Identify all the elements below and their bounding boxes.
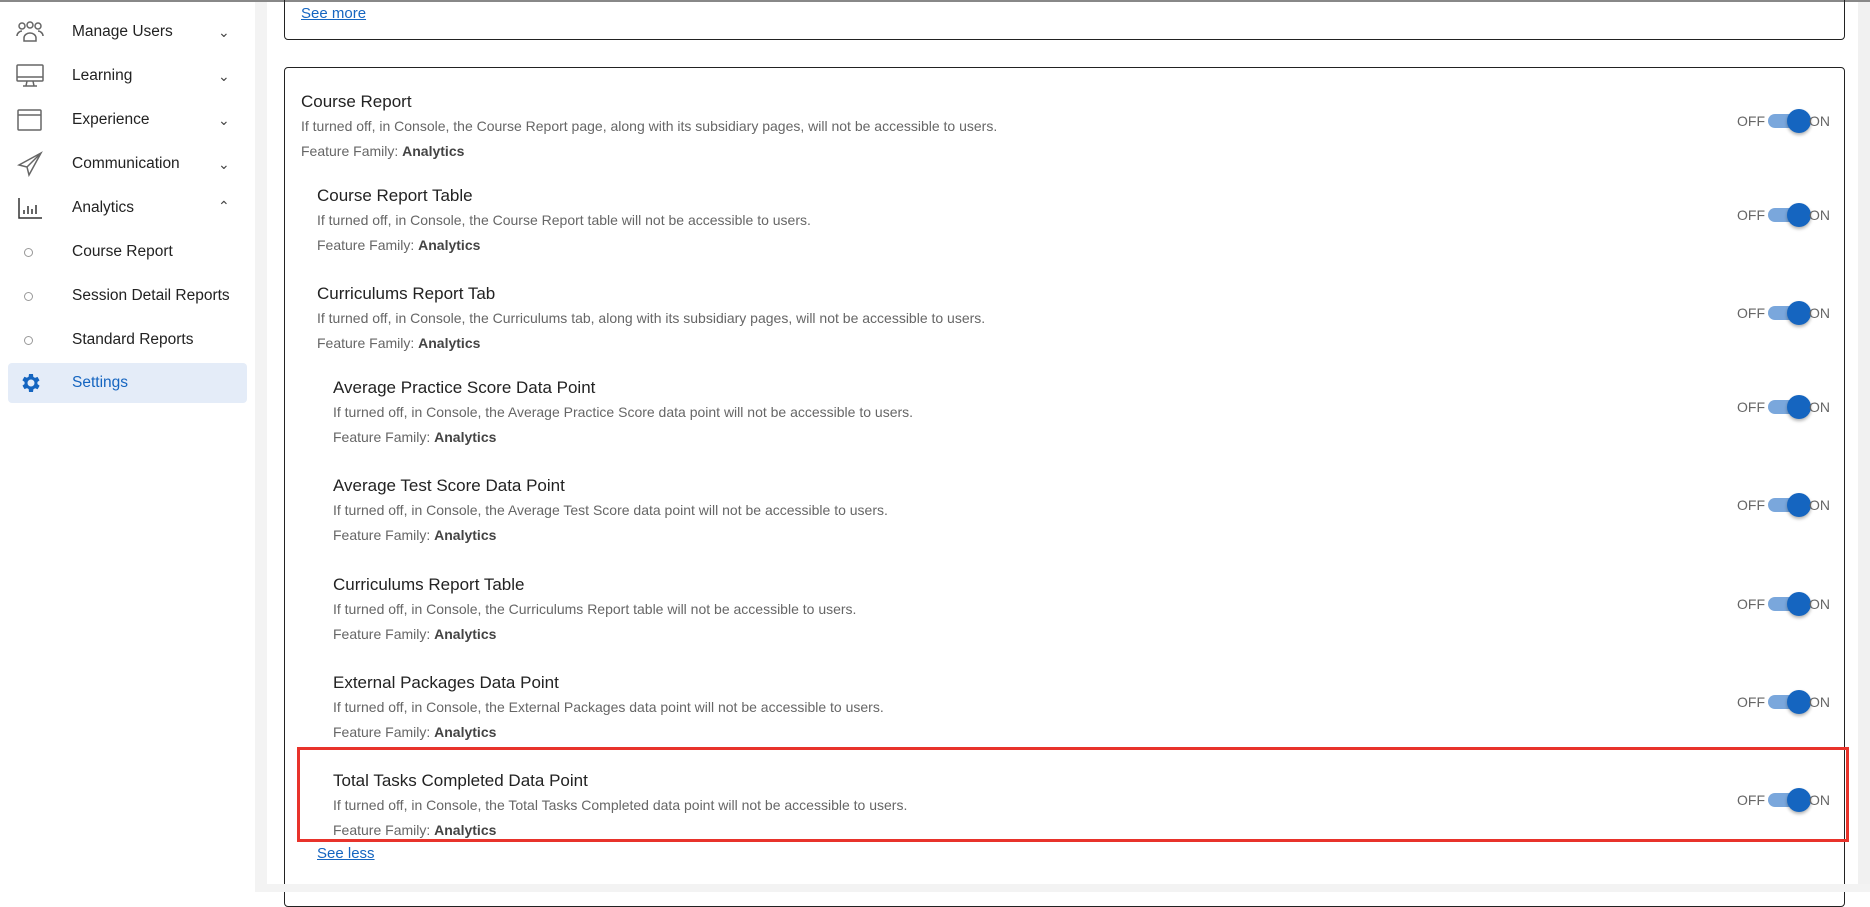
feature-title: Curriculums Report Table: [333, 575, 525, 594]
see-more-link[interactable]: See more: [301, 5, 366, 22]
toggle-knob: [1787, 690, 1811, 714]
users-icon: [14, 18, 46, 46]
feature-family: Feature Family: Analytics: [317, 237, 481, 253]
monitor-icon: [14, 62, 46, 90]
feature-toggle[interactable]: OFF ON: [1737, 109, 1837, 133]
highlight-box: [297, 747, 1849, 842]
feature-row: Average Test Score Data Point If turned …: [0, 476, 1870, 566]
feature-description: If turned off, in Console, the External …: [333, 699, 884, 715]
feature-title: Course Report: [301, 92, 412, 111]
feature-family: Feature Family: Analytics: [317, 335, 481, 351]
feature-toggle[interactable]: OFF ON: [1737, 203, 1837, 227]
feature-family-value: Analytics: [434, 626, 497, 642]
chevron-down-icon: ⌄: [218, 67, 230, 84]
previous-card: [284, 0, 1845, 40]
feature-family-value: Analytics: [418, 237, 481, 253]
feature-toggle[interactable]: OFF ON: [1737, 301, 1837, 325]
feature-family: Feature Family: Analytics: [301, 143, 465, 159]
see-less-link[interactable]: See less: [317, 845, 375, 862]
toggle-knob: [1787, 592, 1811, 616]
bottom-bar: [255, 884, 1870, 892]
feature-title: Average Practice Score Data Point: [333, 378, 596, 397]
nav-learning[interactable]: Learning ⌄: [0, 56, 247, 96]
scrollbar[interactable]: [1858, 2, 1870, 884]
feature-row: Average Practice Score Data Point If tur…: [0, 378, 1870, 468]
feature-row: Curriculums Report Table If turned off, …: [0, 575, 1870, 665]
nav-manage-users[interactable]: Manage Users ⌄: [0, 12, 247, 52]
toggle-knob: [1787, 395, 1811, 419]
toggle-knob: [1787, 203, 1811, 227]
toggle-knob: [1787, 301, 1811, 325]
feature-family: Feature Family: Analytics: [333, 626, 497, 642]
feature-toggle[interactable]: OFF ON: [1737, 395, 1837, 419]
feature-family: Feature Family: Analytics: [333, 527, 497, 543]
feature-toggle[interactable]: OFF ON: [1737, 690, 1837, 714]
feature-family: Feature Family: Analytics: [333, 724, 497, 740]
feature-description: If turned off, in Console, the Curriculu…: [317, 310, 986, 326]
feature-title: Course Report Table: [317, 186, 473, 205]
toggle-knob: [1787, 493, 1811, 517]
feature-row: Course Report Table If turned off, in Co…: [0, 186, 1870, 276]
feature-family-value: Analytics: [434, 527, 497, 543]
feature-family-value: Analytics: [434, 724, 497, 740]
feature-row: Curriculums Report Tab If turned off, in…: [0, 284, 1870, 374]
feature-description: If turned off, in Console, the Course Re…: [301, 118, 998, 134]
feature-title: Average Test Score Data Point: [333, 476, 565, 495]
toggle-knob: [1787, 109, 1811, 133]
feature-family: Feature Family: Analytics: [333, 429, 497, 445]
feature-title: Curriculums Report Tab: [317, 284, 496, 303]
chevron-down-icon: ⌄: [218, 23, 230, 40]
feature-toggle[interactable]: OFF ON: [1737, 592, 1837, 616]
feature-description: If turned off, in Console, the Average T…: [333, 502, 888, 518]
feature-family-value: Analytics: [418, 335, 481, 351]
feature-row: Course Report If turned off, in Console,…: [0, 92, 1870, 182]
feature-family-value: Analytics: [402, 143, 465, 159]
feature-toggle[interactable]: OFF ON: [1737, 493, 1837, 517]
feature-description: If turned off, in Console, the Curriculu…: [333, 601, 857, 617]
feature-title: External Packages Data Point: [333, 673, 559, 692]
feature-description: If turned off, in Console, the Course Re…: [317, 212, 811, 228]
feature-description: If turned off, in Console, the Average P…: [333, 404, 914, 420]
feature-family-value: Analytics: [434, 429, 497, 445]
